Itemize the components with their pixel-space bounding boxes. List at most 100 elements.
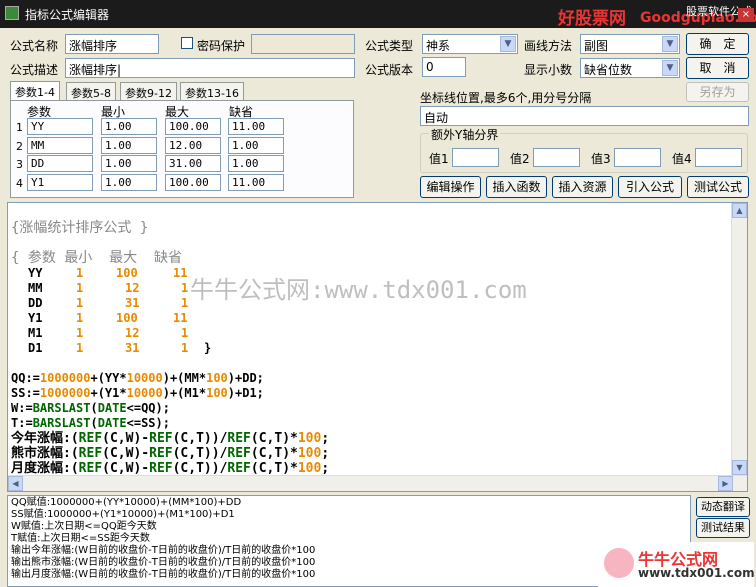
scroll-right-icon[interactable]: ▶ [718,476,733,491]
formula-type-label: 公式类型 [365,39,414,53]
code-param-row: D1 [28,341,43,355]
code-param-row: 1 [76,266,84,280]
output-line: 输出熊市涨幅:(W日前的收盘价-T日前的收盘价)/T日前的收盘价*100 [11,557,316,568]
decimal-value: 缺省位数 [584,63,633,77]
param-max-input[interactable]: 100.00 [165,118,221,135]
tab-params-5-8[interactable]: 参数5-8 [66,82,116,100]
chevron-down-icon: ▼ [662,36,678,52]
output-line: T赋值:上次日期<=SS距今天数 [11,533,150,544]
formula-desc-label: 公式描述 [10,63,59,77]
code-line-year-gain: 今年涨幅:(REF(C,W)-REF(C,T))/REF(C,T)*100; [11,431,330,446]
formula-name-input[interactable]: 涨幅排序 [65,34,159,54]
param-default-input[interactable]: 11.00 [228,118,284,135]
output-line: W赋值:上次日期<=QQ距今天数 [11,521,157,532]
tab-params-9-12[interactable]: 参数9-12 [120,82,177,100]
param-default-input[interactable]: 1.00 [228,137,284,154]
translation-output[interactable]: QQ赋值:1000000+(YY*10000)+(MM*100)+DD SS赋值… [7,495,691,587]
output-line: 输出今年涨幅:(W日前的收盘价-T日前的收盘价)/T日前的收盘价*100 [11,545,316,556]
ok-button[interactable]: 确 定 [686,33,749,55]
title-bar: 指标公式编辑器 好股票网 Goodgupiao.com 股票软件公式 × [0,0,756,29]
param-name-input[interactable]: YY [27,118,93,135]
formula-name-label: 公式名称 [10,39,59,53]
code-param-row: 31 [125,341,140,355]
code-comment: {涨幅统计排序公式 } [11,220,149,236]
chevron-down-icon: ▼ [662,60,678,76]
param-row-number: 2 [16,140,23,153]
formula-version-label: 公式版本 [365,63,414,77]
code-param-row: 1 [76,296,84,310]
import-formula-button[interactable]: 引入公式 [618,176,682,198]
coord-input[interactable]: 自动 [420,106,749,126]
insert-resource-button[interactable]: 插入资源 [552,176,613,198]
decimal-select[interactable]: 缺省位数 ▼ [580,58,680,78]
param-max-input[interactable]: 12.00 [165,137,221,154]
code-param-row: 1 [76,341,84,355]
editor-horizontal-scrollbar[interactable]: ◀ ▶ [8,475,747,491]
param-row-number: 4 [16,177,23,190]
window-title: 指标公式编辑器 [25,8,110,22]
param-default-input[interactable]: 1.00 [228,155,284,172]
formula-type-value: 神系 [426,39,451,53]
chevron-down-icon: ▼ [500,36,516,52]
code-line-t: T:=BARSLAST(DATE<=SS); [11,416,170,430]
scroll-up-icon[interactable]: ▲ [732,203,747,218]
insert-function-button[interactable]: 插入函数 [486,176,547,198]
param-min-input[interactable]: 1.00 [101,137,157,154]
param-min-input[interactable]: 1.00 [101,155,157,172]
code-param-row: 12 [125,281,140,295]
code-param-row: M1 [28,326,43,340]
value4-label: 值4 [672,152,692,166]
formula-version-input[interactable]: 0 [422,57,466,77]
value3-input[interactable] [614,148,661,167]
decimal-label: 显示小数 [524,63,573,77]
site-logo: 牛牛公式网 www.tdx001.com [598,542,755,587]
code-param-row: DD [28,296,43,310]
value2-input[interactable] [533,148,580,167]
close-button[interactable]: × [738,8,754,22]
test-result-button[interactable]: 测试结果 [696,518,750,538]
param-name-input[interactable]: MM [27,137,93,154]
password-label: 密码保护 [197,39,246,53]
code-editor[interactable]: {涨幅统计排序公式 } { 参数 最小 最大 缺省 YY 1 100 11 MM… [7,202,748,492]
param-name-input[interactable]: DD [27,155,93,172]
watermark-text: 牛牛公式网:www.tdx001.com [190,276,527,304]
value4-input[interactable] [695,148,742,167]
edit-operation-button[interactable]: 编辑操作 [420,176,481,198]
param-min-input[interactable]: 1.00 [101,118,157,135]
coord-label: 坐标线位置,最多6个,用分号分隔 [420,91,592,105]
dynamic-translate-button[interactable]: 动态翻译 [696,497,750,517]
params-panel: 参数 最小 最大 缺省 1 YY 1.00 100.00 11.00 2 MM … [10,100,354,198]
app-icon [5,6,19,20]
code-param-row: 12 [125,326,140,340]
draw-method-select[interactable]: 副图 ▼ [580,34,680,54]
formula-desc-input[interactable]: 涨幅排序| [65,58,355,78]
scroll-down-icon[interactable]: ▼ [732,460,747,475]
code-param-row: 1 [181,341,189,355]
tab-params-1-4[interactable]: 参数1-4 [10,81,60,101]
scroll-left-icon[interactable]: ◀ [8,476,23,491]
editor-vertical-scrollbar[interactable]: ▲ ▼ [731,203,747,475]
value1-input[interactable] [452,148,499,167]
code-param-close: } [204,341,212,355]
code-param-row: 1 [181,281,189,295]
tab-params-13-16[interactable]: 参数13-16 [180,82,244,100]
param-max-input[interactable]: 31.00 [165,155,221,172]
code-param-row: 11 [173,311,188,325]
param-min-input[interactable]: 1.00 [101,174,157,191]
save-as-button[interactable]: 另存为 [686,82,749,102]
code-param-row: 100 [116,311,138,325]
code-param-row: Y1 [28,311,43,325]
cancel-button[interactable]: 取 消 [686,57,749,79]
yaxis-group: 额外Y轴分界 值1 值2 值3 值4 [420,126,748,173]
code-param-row: 11 [173,266,188,280]
code-param-row: 1 [76,311,84,325]
param-max-input[interactable]: 100.00 [165,174,221,191]
param-default-input[interactable]: 11.00 [228,174,284,191]
code-param-row: MM [28,281,43,295]
param-row-number: 1 [16,121,23,134]
formula-type-select[interactable]: 神系 ▼ [422,34,518,54]
param-name-input[interactable]: Y1 [27,174,93,191]
password-checkbox[interactable] [181,37,193,49]
test-formula-button[interactable]: 测试公式 [687,176,749,198]
brand-logo: 好股票网 [558,9,626,29]
